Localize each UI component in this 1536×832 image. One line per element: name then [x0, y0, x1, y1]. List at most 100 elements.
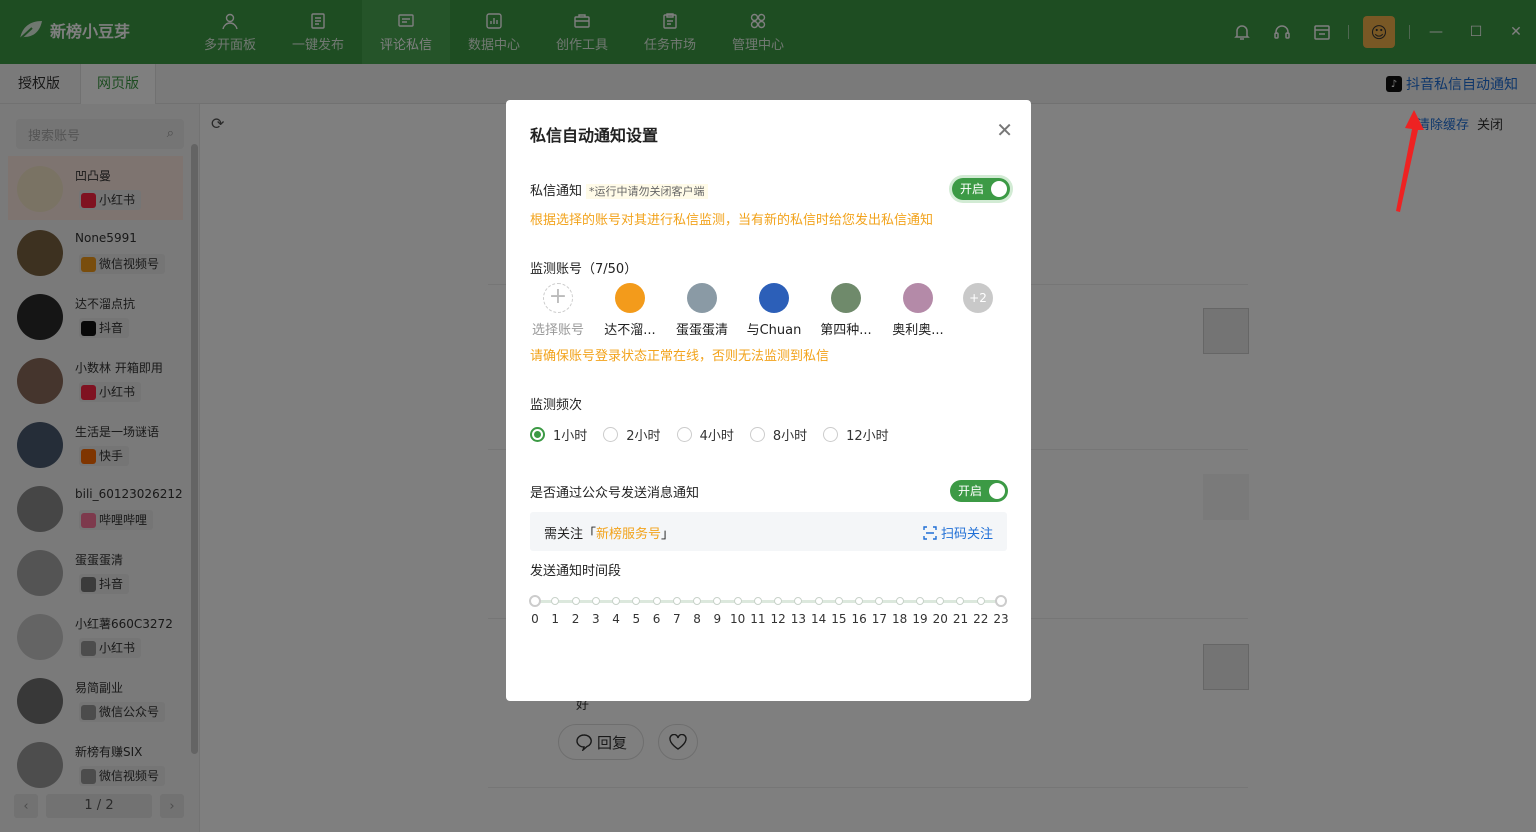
slider-tick: [713, 597, 722, 605]
slider-tick: [895, 597, 904, 605]
monitored-account-name: 第四种...: [820, 323, 872, 338]
slider-tick: [672, 597, 681, 605]
slider-tick: [652, 597, 661, 605]
avatar: [615, 283, 645, 313]
red-arrow-annotation: [1396, 110, 1424, 212]
frequency-option[interactable]: 2小时: [603, 425, 661, 444]
slider-track: [535, 600, 1001, 603]
slider-handle[interactable]: [529, 595, 541, 607]
service-account-name: 新榜服务号: [596, 527, 662, 542]
monitored-account[interactable]: 第四种...: [815, 283, 877, 338]
monitor-warning: 请确保账号登录状态正常在线，否则无法监测到私信: [530, 349, 830, 364]
hour-label: 12: [770, 612, 786, 626]
dm-notify-settings-dialog: 私信自动通知设置 ✕ 私信通知 *运行中请勿关闭客户端 开启 根据选择的账号对其进…: [506, 100, 1031, 701]
hour-label: 21: [952, 612, 969, 626]
monitored-account-name: 达不溜...: [604, 323, 656, 338]
dm-notify-toggle[interactable]: 开启: [952, 178, 1010, 200]
scan-follow-button[interactable]: 扫码关注: [923, 523, 993, 542]
frequency-option-label: 2小时: [626, 429, 661, 444]
toggle-knob: [989, 483, 1005, 499]
frequency-option-label: 8小时: [772, 429, 808, 444]
radio-circle: [823, 427, 839, 442]
hour-label: 15: [831, 612, 847, 626]
frequency-label: 监测频次: [530, 398, 583, 413]
avatar: [903, 283, 933, 313]
frequency-option[interactable]: 12小时: [823, 425, 889, 444]
hour-label: 16: [851, 612, 867, 626]
radio-circle: [603, 427, 619, 442]
hour-label: 9: [713, 612, 722, 626]
hour-label: 20: [932, 612, 948, 626]
monitored-account[interactable]: 达不溜...: [599, 283, 661, 338]
hour-label: 5: [632, 612, 641, 626]
monitor-accounts-label: 监测账号（7/50）: [530, 262, 638, 277]
monitored-account-name: 奥利奥...: [892, 323, 944, 338]
wechat-notify-toggle[interactable]: 开启: [950, 480, 1008, 502]
slider-tick: [794, 597, 803, 605]
hour-label: 19: [912, 612, 928, 626]
follow-text: 需关注「新榜服务号」: [544, 523, 674, 542]
slider-tick: [571, 597, 580, 605]
select-account-button[interactable]: + 选择账号: [527, 283, 589, 338]
hour-label: 2: [571, 612, 580, 626]
monitored-account[interactable]: 奥利奥...: [887, 283, 949, 338]
hour-label: 0: [531, 612, 539, 626]
frequency-option-label: 1小时: [553, 429, 588, 444]
slider-tick: [693, 597, 702, 605]
monitored-account-name: 蛋蛋蛋清: [675, 323, 728, 338]
hour-label: 11: [750, 612, 766, 626]
follow-account-box: 需关注「新榜服务号」 扫码关注: [530, 512, 1007, 551]
slider-tick: [632, 597, 641, 605]
slider-tick: [612, 597, 621, 605]
frequency-option[interactable]: 4小时: [676, 425, 734, 444]
dm-notify-description: 根据选择的账号对其进行私信监测，当有新的私信时给您发出私信通知: [530, 213, 934, 228]
hour-label: 4: [612, 612, 620, 626]
monitored-account[interactable]: 蛋蛋蛋清: [671, 283, 733, 338]
slider-tick: [774, 597, 783, 605]
slider-tick: [976, 597, 985, 605]
toggle-label: 开启: [960, 182, 985, 196]
select-account-label: 选择账号: [531, 323, 584, 338]
time-range-slider[interactable]: 0 1 2 3 4 5 6 7 8 9 10 11 12 13 14 15 16 17 18 19 20 21 22 23: [529, 595, 1009, 636]
slider-tick: [834, 597, 843, 605]
follow-prefix: 需关注「: [544, 527, 597, 542]
hour-label: 22: [973, 612, 989, 626]
monitored-account[interactable]: 与Chuan: [743, 283, 805, 338]
hour-label: 3: [591, 612, 600, 626]
scan-follow-label: 扫码关注: [940, 527, 993, 542]
dm-notify-hint: *运行中请勿关闭客户端: [586, 184, 708, 199]
radio-circle: [749, 427, 765, 442]
slider-handle[interactable]: [995, 595, 1007, 607]
hour-label: 6: [652, 612, 661, 626]
plus-icon: +: [543, 283, 573, 313]
frequency-option-label: 4小时: [699, 429, 734, 444]
monitored-account-name: 与Chuan: [746, 323, 802, 338]
slider-tick: [551, 597, 560, 605]
radio-circle: [530, 427, 545, 442]
more-accounts-badge[interactable]: +2: [947, 283, 1009, 313]
hour-label: 17: [871, 612, 888, 626]
hour-label: 14: [811, 612, 827, 626]
slider-tick: [591, 597, 600, 605]
radio-circle: [676, 427, 692, 442]
slider-tick: [814, 597, 823, 605]
avatar: [687, 283, 717, 313]
hour-label: 1: [551, 612, 560, 626]
close-icon[interactable]: ✕: [996, 118, 1013, 142]
hour-label: 10: [729, 612, 746, 626]
avatar: [831, 283, 861, 313]
slider-tick: [875, 597, 884, 605]
hour-label: 13: [790, 612, 807, 626]
frequency-option[interactable]: 8小时: [749, 425, 808, 444]
hour-label: 8: [693, 612, 701, 626]
slider-tick: [753, 597, 762, 605]
scan-icon: [923, 525, 937, 540]
toggle-label: 开启: [958, 484, 983, 498]
follow-suffix: 」: [661, 527, 675, 542]
hour-label: 23: [993, 612, 1009, 626]
frequency-radio-group: 1小时 2小时 4小时 8小时 12小时: [530, 425, 905, 444]
more-count: +2: [963, 283, 993, 313]
dm-notify-label: 私信通知: [530, 184, 583, 199]
dialog-title: 私信自动通知设置: [530, 126, 659, 145]
frequency-option[interactable]: 1小时: [530, 425, 587, 444]
